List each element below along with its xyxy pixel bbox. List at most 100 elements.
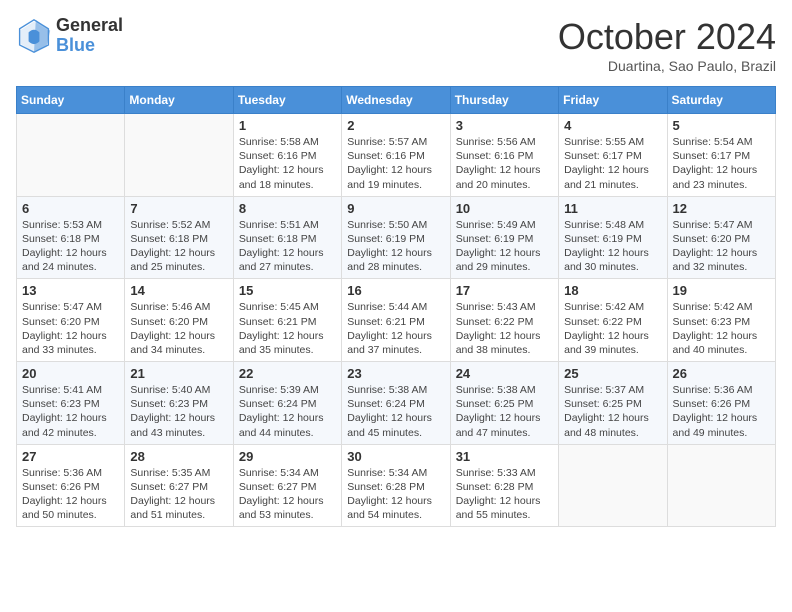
day-number: 27	[22, 449, 119, 464]
day-info: Sunrise: 5:49 AM Sunset: 6:19 PM Dayligh…	[456, 218, 553, 275]
day-info: Sunrise: 5:45 AM Sunset: 6:21 PM Dayligh…	[239, 300, 336, 357]
calendar-cell: 4 Sunrise: 5:55 AM Sunset: 6:17 PM Daylig…	[559, 114, 667, 197]
calendar-cell: 10 Sunrise: 5:49 AM Sunset: 6:19 PM Dayli…	[450, 196, 558, 279]
day-info: Sunrise: 5:58 AM Sunset: 6:16 PM Dayligh…	[239, 135, 336, 192]
title-block: October 2024 Duartina, Sao Paulo, Brazil	[558, 16, 776, 74]
day-info: Sunrise: 5:57 AM Sunset: 6:16 PM Dayligh…	[347, 135, 444, 192]
day-info: Sunrise: 5:52 AM Sunset: 6:18 PM Dayligh…	[130, 218, 227, 275]
location-text: Duartina, Sao Paulo, Brazil	[558, 58, 776, 74]
day-number: 12	[673, 201, 770, 216]
day-number: 13	[22, 283, 119, 298]
day-number: 1	[239, 118, 336, 133]
calendar-table: SundayMondayTuesdayWednesdayThursdayFrid…	[16, 86, 776, 527]
day-info: Sunrise: 5:41 AM Sunset: 6:23 PM Dayligh…	[22, 383, 119, 440]
calendar-cell: 3 Sunrise: 5:56 AM Sunset: 6:16 PM Daylig…	[450, 114, 558, 197]
calendar-cell: 28Sunrise: 5:35 AM Sunset: 6:27 PM Dayli…	[125, 444, 233, 527]
day-info: Sunrise: 5:55 AM Sunset: 6:17 PM Dayligh…	[564, 135, 661, 192]
day-info: Sunrise: 5:47 AM Sunset: 6:20 PM Dayligh…	[22, 300, 119, 357]
calendar-week-row: 1 Sunrise: 5:58 AM Sunset: 6:16 PM Daylig…	[17, 114, 776, 197]
day-number: 23	[347, 366, 444, 381]
calendar-cell: 6 Sunrise: 5:53 AM Sunset: 6:18 PM Daylig…	[17, 196, 125, 279]
day-number: 18	[564, 283, 661, 298]
day-number: 3	[456, 118, 553, 133]
calendar-cell: 25Sunrise: 5:37 AM Sunset: 6:25 PM Dayli…	[559, 362, 667, 445]
day-info: Sunrise: 5:39 AM Sunset: 6:24 PM Dayligh…	[239, 383, 336, 440]
calendar-cell: 29 Sunrise: 5:34 AM Sunset: 6:27 PM Dayli…	[233, 444, 341, 527]
day-number: 9	[347, 201, 444, 216]
calendar-cell: 21 Sunrise: 5:40 AM Sunset: 6:23 PM Dayli…	[125, 362, 233, 445]
day-number: 20	[22, 366, 119, 381]
calendar-cell: 26 Sunrise: 5:36 AM Sunset: 6:26 PM Dayli…	[667, 362, 775, 445]
calendar-cell: 23 Sunrise: 5:38 AM Sunset: 6:24 PM Dayli…	[342, 362, 450, 445]
calendar-cell: 31Sunrise: 5:33 AM Sunset: 6:28 PM Dayli…	[450, 444, 558, 527]
day-of-week-header: Thursday	[450, 87, 558, 114]
day-info: Sunrise: 5:33 AM Sunset: 6:28 PM Dayligh…	[456, 466, 553, 523]
day-number: 10	[456, 201, 553, 216]
day-info: Sunrise: 5:42 AM Sunset: 6:22 PM Dayligh…	[564, 300, 661, 357]
day-number: 29	[239, 449, 336, 464]
day-info: Sunrise: 5:37 AM Sunset: 6:25 PM Dayligh…	[564, 383, 661, 440]
calendar-week-row: 27 Sunrise: 5:36 AM Sunset: 6:26 PM Dayli…	[17, 444, 776, 527]
logo: General Blue	[16, 16, 123, 56]
calendar-cell: 27 Sunrise: 5:36 AM Sunset: 6:26 PM Dayli…	[17, 444, 125, 527]
day-number: 17	[456, 283, 553, 298]
day-of-week-header: Wednesday	[342, 87, 450, 114]
calendar-cell: 2Sunrise: 5:57 AM Sunset: 6:16 PM Daylig…	[342, 114, 450, 197]
day-of-week-header: Tuesday	[233, 87, 341, 114]
day-info: Sunrise: 5:38 AM Sunset: 6:25 PM Dayligh…	[456, 383, 553, 440]
calendar-cell: 18 Sunrise: 5:42 AM Sunset: 6:22 PM Dayli…	[559, 279, 667, 362]
logo-blue-text: Blue	[56, 36, 123, 56]
calendar-cell: 7 Sunrise: 5:52 AM Sunset: 6:18 PM Daylig…	[125, 196, 233, 279]
day-number: 19	[673, 283, 770, 298]
day-number: 11	[564, 201, 661, 216]
calendar-cell: 22 Sunrise: 5:39 AM Sunset: 6:24 PM Dayli…	[233, 362, 341, 445]
logo-text: General Blue	[56, 16, 123, 56]
day-info: Sunrise: 5:36 AM Sunset: 6:26 PM Dayligh…	[673, 383, 770, 440]
day-info: Sunrise: 5:46 AM Sunset: 6:20 PM Dayligh…	[130, 300, 227, 357]
day-info: Sunrise: 5:36 AM Sunset: 6:26 PM Dayligh…	[22, 466, 119, 523]
day-info: Sunrise: 5:34 AM Sunset: 6:28 PM Dayligh…	[347, 466, 444, 523]
day-info: Sunrise: 5:51 AM Sunset: 6:18 PM Dayligh…	[239, 218, 336, 275]
calendar-week-row: 6 Sunrise: 5:53 AM Sunset: 6:18 PM Daylig…	[17, 196, 776, 279]
calendar-cell: 5 Sunrise: 5:54 AM Sunset: 6:17 PM Daylig…	[667, 114, 775, 197]
day-info: Sunrise: 5:42 AM Sunset: 6:23 PM Dayligh…	[673, 300, 770, 357]
day-info: Sunrise: 5:34 AM Sunset: 6:27 PM Dayligh…	[239, 466, 336, 523]
calendar-cell: 24 Sunrise: 5:38 AM Sunset: 6:25 PM Dayli…	[450, 362, 558, 445]
page-header: General Blue October 2024 Duartina, Sao …	[16, 16, 776, 74]
day-of-week-header: Sunday	[17, 87, 125, 114]
day-number: 4	[564, 118, 661, 133]
day-info: Sunrise: 5:40 AM Sunset: 6:23 PM Dayligh…	[130, 383, 227, 440]
calendar-cell: 16Sunrise: 5:44 AM Sunset: 6:21 PM Dayli…	[342, 279, 450, 362]
day-number: 5	[673, 118, 770, 133]
calendar-cell: 12 Sunrise: 5:47 AM Sunset: 6:20 PM Dayli…	[667, 196, 775, 279]
day-of-week-header: Saturday	[667, 87, 775, 114]
calendar-cell: 30Sunrise: 5:34 AM Sunset: 6:28 PM Dayli…	[342, 444, 450, 527]
day-number: 26	[673, 366, 770, 381]
calendar-cell: 17Sunrise: 5:43 AM Sunset: 6:22 PM Dayli…	[450, 279, 558, 362]
day-number: 7	[130, 201, 227, 216]
day-info: Sunrise: 5:44 AM Sunset: 6:21 PM Dayligh…	[347, 300, 444, 357]
calendar-cell: 11 Sunrise: 5:48 AM Sunset: 6:19 PM Dayli…	[559, 196, 667, 279]
day-of-week-header: Friday	[559, 87, 667, 114]
calendar-cell: 1 Sunrise: 5:58 AM Sunset: 6:16 PM Daylig…	[233, 114, 341, 197]
day-number: 6	[22, 201, 119, 216]
calendar-week-row: 20 Sunrise: 5:41 AM Sunset: 6:23 PM Dayli…	[17, 362, 776, 445]
day-info: Sunrise: 5:54 AM Sunset: 6:17 PM Dayligh…	[673, 135, 770, 192]
day-number: 8	[239, 201, 336, 216]
day-info: Sunrise: 5:56 AM Sunset: 6:16 PM Dayligh…	[456, 135, 553, 192]
logo-icon	[16, 18, 52, 54]
day-info: Sunrise: 5:47 AM Sunset: 6:20 PM Dayligh…	[673, 218, 770, 275]
calendar-week-row: 13 Sunrise: 5:47 AM Sunset: 6:20 PM Dayli…	[17, 279, 776, 362]
day-info: Sunrise: 5:38 AM Sunset: 6:24 PM Dayligh…	[347, 383, 444, 440]
day-number: 21	[130, 366, 227, 381]
day-of-week-header: Monday	[125, 87, 233, 114]
day-number: 28	[130, 449, 227, 464]
calendar-cell	[125, 114, 233, 197]
day-number: 22	[239, 366, 336, 381]
calendar-cell	[17, 114, 125, 197]
calendar-cell: 9Sunrise: 5:50 AM Sunset: 6:19 PM Daylig…	[342, 196, 450, 279]
day-info: Sunrise: 5:48 AM Sunset: 6:19 PM Dayligh…	[564, 218, 661, 275]
day-info: Sunrise: 5:53 AM Sunset: 6:18 PM Dayligh…	[22, 218, 119, 275]
day-number: 24	[456, 366, 553, 381]
calendar-cell: 14Sunrise: 5:46 AM Sunset: 6:20 PM Dayli…	[125, 279, 233, 362]
